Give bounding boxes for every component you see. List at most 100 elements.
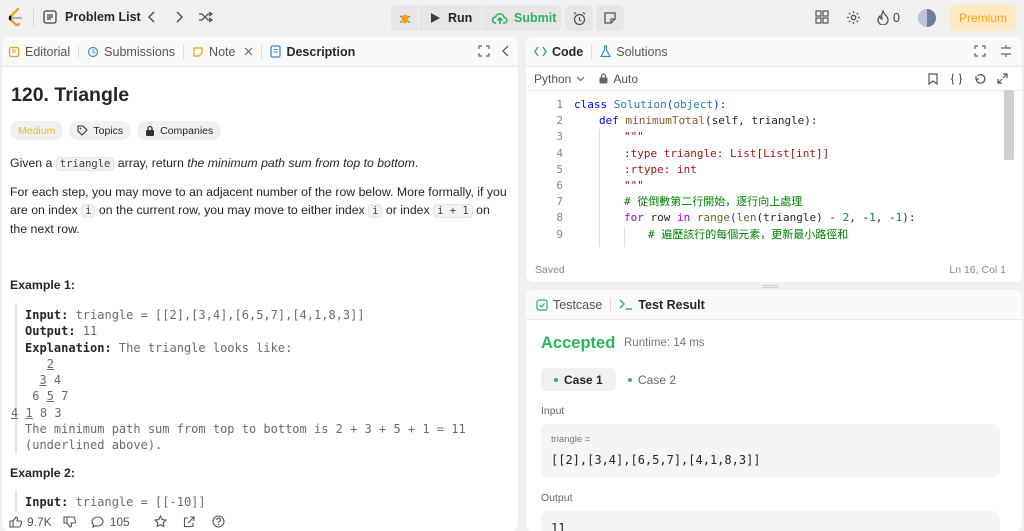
runtime: Runtime: 14 ms — [624, 337, 705, 349]
shuffle-icon — [198, 10, 213, 24]
tab-testcase-label: Testcase — [553, 297, 603, 312]
line-number: 4 — [556, 146, 563, 160]
bookmark-icon[interactable] — [928, 72, 938, 85]
example-border — [15, 303, 17, 453]
code-line: """ — [624, 179, 644, 192]
gear-icon — [846, 10, 861, 25]
comment-icon[interactable] — [91, 515, 104, 528]
random-problem-button[interactable] — [198, 10, 213, 24]
triangle-value: 6 — [25, 389, 47, 404]
indent-guide — [599, 129, 600, 247]
case-2-tab[interactable]: Case 2 — [628, 368, 676, 391]
divider — [33, 9, 34, 27]
tab-test-result[interactable]: Test Result — [611, 290, 712, 320]
case-1-label: Case 1 — [564, 372, 603, 387]
fullscreen-icon[interactable] — [997, 73, 1008, 84]
problem-list-button[interactable]: Problem List — [43, 10, 141, 24]
play-icon — [430, 12, 441, 24]
language-selector[interactable]: Python — [534, 72, 571, 86]
input-label: Input: — [25, 308, 69, 322]
spacing — [25, 357, 47, 371]
share-icon[interactable] — [183, 515, 195, 528]
help-icon[interactable] — [212, 515, 225, 528]
text: on the current row, you may move to eith… — [95, 203, 369, 217]
identifier: row — [643, 211, 677, 225]
code-editor[interactable]: 1 2 3 4 5 6 7 8 9 class Solution(object)… — [526, 97, 1004, 247]
debug-button[interactable] — [391, 5, 418, 31]
tab-code-label: Code — [552, 44, 584, 59]
prev-problem-button[interactable] — [145, 10, 159, 24]
tab-solutions[interactable]: Solutions — [592, 37, 675, 67]
avatar[interactable] — [918, 9, 936, 27]
maximize-icon[interactable] — [974, 45, 986, 57]
companies-label: Companies — [160, 124, 214, 137]
run-button[interactable]: Run — [419, 5, 481, 31]
companies-tag[interactable]: Companies — [137, 121, 222, 140]
resize-handle[interactable] — [762, 285, 778, 288]
chevron-left-icon — [145, 10, 159, 24]
notes-button[interactable] — [596, 5, 624, 31]
settings-button[interactable] — [846, 10, 861, 25]
keyword: for — [624, 211, 644, 225]
tab-submissions-label: Submissions — [104, 44, 176, 59]
editor-toolbar: Python Auto — [526, 67, 1022, 91]
flask-icon — [600, 45, 612, 58]
tab-editorial[interactable]: Editorial — [2, 37, 78, 67]
explanation-label: Explanation: — [25, 340, 112, 355]
number: 1 — [869, 211, 876, 225]
tab-description[interactable]: Description — [262, 37, 363, 67]
next-problem-button[interactable] — [172, 10, 186, 24]
function-name: minimumTotal — [618, 114, 705, 128]
maximize-icon[interactable] — [478, 45, 490, 57]
note-icon — [192, 46, 204, 58]
output-label: Output: — [25, 324, 76, 339]
submit-button[interactable]: Submit — [482, 5, 561, 31]
checkbox-icon — [536, 298, 548, 311]
collapse-icon[interactable] — [501, 45, 511, 57]
like-count: 9.7K — [27, 514, 52, 529]
tab-submissions[interactable]: Submissions — [79, 37, 183, 67]
case-1-tab[interactable]: Case 1 — [541, 368, 616, 391]
line-number: 5 — [556, 162, 563, 176]
note-icon — [603, 11, 617, 25]
text: array, return — [114, 156, 188, 170]
leetcode-logo[interactable] — [8, 8, 24, 27]
explanation-text: The triangle looks like: — [111, 340, 293, 355]
braces-icon[interactable] — [950, 72, 963, 85]
tab-note-label: Note — [209, 44, 236, 59]
keyword: in — [677, 211, 691, 225]
timer-button[interactable] — [565, 5, 593, 31]
layout-button[interactable] — [815, 10, 829, 24]
streak-counter[interactable]: 0 — [877, 10, 900, 25]
emphasis: the minimum path sum from top to bottom — [187, 156, 415, 170]
close-icon[interactable] — [244, 47, 253, 56]
problem-list-label: Problem List — [65, 10, 141, 24]
minimize-icon[interactable] — [1000, 44, 1012, 58]
paren: ( — [730, 211, 737, 225]
auto-mode[interactable]: Auto — [613, 72, 638, 86]
tab-testcase[interactable]: Testcase — [526, 290, 610, 320]
submit-label: Submit — [514, 11, 557, 25]
lock-icon — [599, 73, 608, 84]
case-2-label: Case 2 — [638, 372, 677, 387]
scrollbar[interactable] — [1004, 90, 1014, 160]
spacing — [25, 373, 39, 387]
triangle-value: 1 — [25, 405, 33, 420]
book-icon — [8, 46, 20, 58]
triangle-value: 5 — [46, 389, 54, 404]
thumbs-down-icon[interactable] — [63, 515, 76, 528]
premium-button[interactable]: Premium — [950, 5, 1016, 31]
keyword: class — [574, 98, 608, 111]
inline-code: i — [368, 204, 383, 218]
args: (self, triangle): — [704, 114, 818, 128]
tab-note[interactable]: Note — [184, 37, 261, 67]
tab-code[interactable]: Code — [526, 37, 591, 67]
star-icon[interactable] — [153, 515, 167, 528]
triangle-value: 2 — [46, 356, 54, 371]
thumbs-up-icon[interactable] — [9, 515, 22, 528]
output-value: 11 — [75, 324, 98, 339]
reset-icon[interactable] — [974, 73, 986, 85]
bottom-action-bar: 9.7K 105 — [2, 512, 518, 531]
topics-tag[interactable]: Topics — [69, 121, 132, 140]
identifier: (triangle) - — [756, 211, 843, 225]
